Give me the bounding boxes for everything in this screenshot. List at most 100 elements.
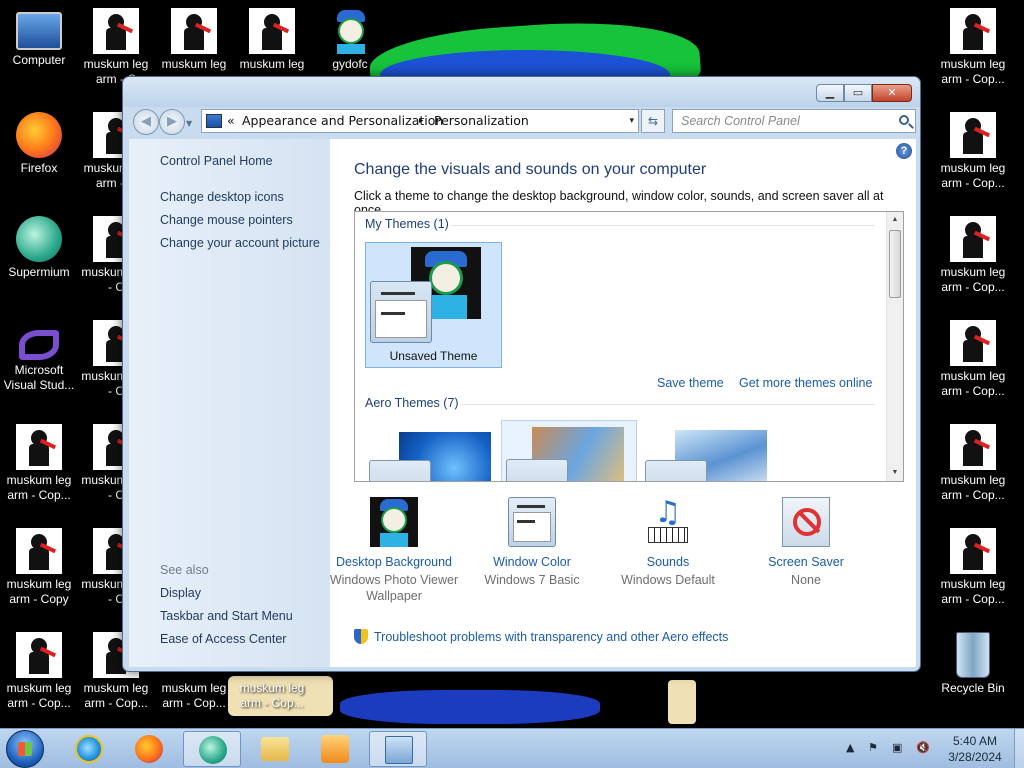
- taskbar-start-menu-link[interactable]: Taskbar and Start Menu: [160, 609, 293, 623]
- desktop-background-icon: [370, 497, 418, 547]
- desktop-icon-musk[interactable]: muskum leg arm - Cop...: [935, 528, 1011, 607]
- desktop-icon-musk[interactable]: muskum leg arm - Cop...: [1, 632, 77, 711]
- clock-date: 3/28/2024: [948, 750, 1002, 764]
- address-bar[interactable]: « Appearance and Personalization ▸ Perso…: [201, 109, 639, 133]
- desktop-icon-musk[interactable]: muskum leg: [234, 8, 310, 72]
- desktop-icon-musk[interactable]: muskum leg arm - Cop...: [1, 424, 77, 503]
- forward-button[interactable]: ▶: [159, 109, 185, 135]
- desktop-icon-musk[interactable]: muskum leg: [156, 8, 232, 72]
- refresh-button[interactable]: ⇆: [641, 109, 665, 133]
- supermium-icon: [199, 736, 227, 764]
- desktop-icon-recycle-bin[interactable]: Recycle Bin: [935, 632, 1011, 696]
- taskbar-explorer[interactable]: [246, 731, 304, 767]
- recent-pages-dropdown[interactable]: ▼: [186, 119, 192, 128]
- change-account-picture-link[interactable]: Change your account picture: [160, 236, 320, 250]
- desktop-icon-supermium[interactable]: Supermium: [1, 216, 77, 280]
- clock[interactable]: 5:40 AM 3/28/2024: [930, 733, 1020, 765]
- show-hidden-icons-icon[interactable]: ▲: [846, 741, 854, 754]
- desktop-icon-label: muskum leg arm - Cop...: [940, 577, 1006, 606]
- desktop-icon-musk[interactable]: muskum leg arm - Cop...: [935, 424, 1011, 503]
- minimize-button[interactable]: ▁: [816, 84, 844, 102]
- setting-title: Screen Saver: [768, 555, 844, 569]
- taskbar-firefox[interactable]: [120, 731, 178, 767]
- breadcrumb-separator-icon[interactable]: ▸: [419, 110, 424, 132]
- taskbar-media-player[interactable]: [306, 731, 364, 767]
- supermium-icon: [16, 216, 62, 262]
- close-button[interactable]: ✕: [872, 84, 912, 102]
- setting-value: Windows 7 Basic: [484, 573, 580, 587]
- folder-icon: [261, 737, 289, 761]
- theme-architecture[interactable]: [501, 420, 637, 481]
- musk-image-icon: [16, 632, 62, 678]
- media-player-icon: [321, 735, 349, 763]
- desktop-icon-label: muskum leg arm - Cop...: [6, 681, 72, 710]
- theme-unsaved[interactable]: Unsaved Theme: [365, 242, 502, 368]
- desktop-icon-computer[interactable]: Computer: [1, 8, 77, 68]
- desktop-icon-visual-studio[interactable]: Microsoft Visual Stud...: [1, 320, 77, 393]
- theme-list[interactable]: My Themes (1) Unsaved Theme Save theme G…: [354, 211, 904, 482]
- divider: [461, 404, 875, 405]
- desktop-icon-label: muskum leg arm - Cop...: [940, 57, 1006, 86]
- search-input[interactable]: Search Control Panel: [672, 109, 916, 133]
- address-dropdown-icon[interactable]: ▾: [629, 110, 634, 132]
- personalization-window[interactable]: ▁ ▭ ✕ ◀ ▶ ▼ « Appearance and Personaliza…: [122, 76, 921, 672]
- musk-image-icon: [950, 216, 996, 262]
- desktop-icon-musk[interactable]: muskum leg arm - Cop...: [935, 8, 1011, 87]
- show-desktop-button[interactable]: [1014, 729, 1024, 768]
- navigation-bar: ◀ ▶ ▼ « Appearance and Personalization ▸…: [129, 107, 916, 135]
- control-panel-home-link[interactable]: Control Panel Home: [160, 154, 273, 168]
- search-icon[interactable]: [899, 115, 909, 125]
- breadcrumb-personalization[interactable]: Personalization: [434, 110, 529, 132]
- desktop-icon-firefox[interactable]: Firefox: [1, 112, 77, 176]
- desktop-icon-musk[interactable]: muskum leg arm - Cop...: [935, 112, 1011, 191]
- desktop-icon-musk[interactable]: muskum leg arm - Copy: [1, 528, 77, 607]
- desktop-background-setting[interactable]: Desktop Background Windows Photo Viewer …: [324, 497, 464, 604]
- ease-of-access-link[interactable]: Ease of Access Center: [160, 632, 286, 646]
- desktop-icon-label: muskum leg arm - Cop...: [239, 681, 305, 710]
- taskbar-internet-explorer[interactable]: [60, 731, 118, 767]
- start-button[interactable]: [6, 730, 44, 768]
- desktop-icon-label: muskum leg arm - Cop...: [940, 265, 1006, 294]
- firefox-icon: [135, 735, 163, 763]
- save-theme-link[interactable]: Save theme: [657, 376, 724, 390]
- change-desktop-icons-link[interactable]: Change desktop icons: [160, 190, 284, 204]
- taskbar: ▲ ⚑ ▣ 🔇 5:40 AM 3/28/2024: [0, 728, 1024, 768]
- back-button[interactable]: ◀: [133, 109, 159, 135]
- action-center-flag-icon[interactable]: ⚑: [868, 741, 878, 754]
- taskbar-supermium[interactable]: [183, 731, 241, 767]
- desktop-icon-musk[interactable]: muskum leg arm - Cop...: [935, 320, 1011, 399]
- desktop-icon-label: muskum leg arm - Cop...: [161, 681, 227, 710]
- desktop-icon-label: gydofc: [332, 57, 368, 71]
- troubleshoot-aero-link[interactable]: Troubleshoot problems with transparency …: [354, 629, 728, 644]
- desktop-icon-label: Recycle Bin: [941, 681, 1005, 695]
- theme-list-scrollbar[interactable]: ▲ ▼: [886, 212, 903, 481]
- screen-saver-setting[interactable]: Screen Saver None: [736, 497, 876, 588]
- breadcrumb-overflow[interactable]: «: [227, 110, 235, 132]
- breadcrumb-appearance[interactable]: Appearance and Personalization: [242, 110, 443, 132]
- see-also-heading: See also: [160, 563, 209, 577]
- maximize-button[interactable]: ▭: [844, 84, 872, 102]
- get-more-themes-link[interactable]: Get more themes online: [739, 376, 872, 390]
- setting-title: Sounds: [646, 555, 690, 569]
- sounds-setting[interactable]: ♫ Sounds Windows Default: [598, 497, 738, 588]
- scroll-up-icon[interactable]: ▲: [887, 212, 903, 228]
- display-link[interactable]: Display: [160, 586, 201, 600]
- volume-muted-icon[interactable]: 🔇: [916, 741, 930, 754]
- taskbar-control-panel[interactable]: [369, 731, 427, 767]
- title-bar[interactable]: ▁ ▭ ✕: [123, 77, 920, 107]
- scroll-down-icon[interactable]: ▼: [887, 465, 903, 481]
- theme-window-preview: [370, 281, 432, 343]
- internet-explorer-icon: [75, 735, 103, 763]
- theme-window-preview: [645, 460, 707, 481]
- network-icon[interactable]: ▣: [892, 741, 902, 754]
- desktop-icon-gydofc[interactable]: gydofc: [312, 8, 388, 72]
- control-panel-icon: [206, 114, 222, 128]
- theme-windows-7[interactable]: [365, 422, 501, 481]
- window-color-setting[interactable]: Window Color Windows 7 Basic: [462, 497, 602, 588]
- musk-image-icon: [950, 320, 996, 366]
- desktop-icon-musk[interactable]: muskum leg arm - Cop...: [935, 216, 1011, 295]
- change-mouse-pointers-link[interactable]: Change mouse pointers: [160, 213, 293, 227]
- help-icon[interactable]: ?: [896, 143, 912, 159]
- scroll-thumb[interactable]: [889, 230, 901, 298]
- theme-characters[interactable]: [641, 422, 777, 481]
